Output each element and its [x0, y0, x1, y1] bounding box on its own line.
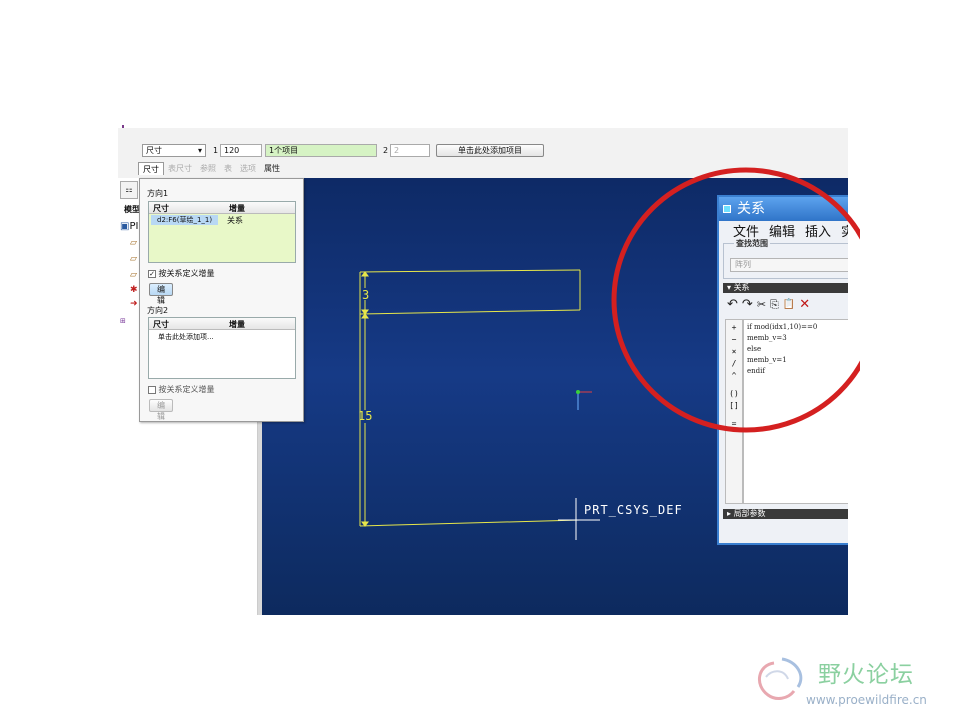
local-params-label: 局部参数: [733, 509, 766, 518]
dir2-count-field[interactable]: 2: [390, 144, 430, 157]
dir2-add-items-button[interactable]: 单击此处添加项目: [436, 144, 544, 157]
tab-table-dimensions[interactable]: 表尺寸: [164, 162, 196, 175]
dimension-top[interactable]: 3: [362, 288, 369, 302]
direction1-table-header: 尺寸 增量: [149, 202, 295, 214]
dimension-side[interactable]: 15: [358, 409, 372, 423]
small-csys-icon: [576, 390, 592, 410]
annotation-circle: [611, 167, 860, 433]
dir1-number-label: 1: [213, 146, 219, 155]
relation-checkbox-2-label: 按关系定义增量: [158, 385, 215, 394]
chevron-down-icon: ▾: [197, 146, 202, 155]
expand-triangle-icon: ▸: [727, 509, 732, 518]
column-increment: 增量: [229, 204, 245, 213]
direction1-title: 方向1: [147, 189, 169, 198]
tab-dimensions[interactable]: 尺寸: [138, 162, 164, 175]
local-params-section[interactable]: ▸ 局部参数: [723, 509, 848, 519]
sketch-lines: [359, 269, 581, 527]
model-tree-root[interactable]: ▣PI: [120, 221, 138, 232]
column-increment: 增量: [229, 320, 245, 329]
tab-properties[interactable]: 属性: [260, 162, 284, 175]
direction2-table-header: 尺寸 增量: [149, 318, 295, 330]
pattern-type-dropdown[interactable]: 尺寸 ▾: [142, 144, 206, 157]
checkbox-unchecked-icon: [148, 385, 156, 394]
dir2-number-label: 2: [383, 146, 389, 155]
relation-checkbox-2[interactable]: 按关系定义增量: [148, 384, 215, 395]
model-tree-header: 模型: [124, 205, 140, 214]
dir1-count-field[interactable]: 120: [220, 144, 262, 157]
direction2-add-placeholder: 单击此处添加项...: [158, 333, 214, 341]
csys-label: PRT_CSYS_DEF: [584, 503, 683, 517]
edit-relation-button-1[interactable]: 编辑: [149, 283, 173, 305]
column-dimension: 尺寸: [153, 320, 169, 329]
forum-logo-icon: [758, 657, 803, 700]
direction1-table[interactable]: 尺寸 增量 d2:F6(草绘_1_1) 关系: [148, 201, 296, 263]
row-dimension: d2:F6(草绘_1_1): [151, 215, 219, 225]
watermark-chinese: 野火论坛: [818, 662, 914, 688]
dir1-items-field[interactable]: 1个项目: [265, 144, 377, 157]
table-row[interactable]: 单击此处添加项...: [149, 330, 295, 342]
tab-options[interactable]: 选项: [236, 162, 260, 175]
dashboard-tabs: 尺寸 表尺寸 参照 表 选项 属性: [138, 162, 284, 175]
table-row[interactable]: d2:F6(草绘_1_1) 关系: [149, 214, 295, 226]
relation-checkbox-1-label: 按关系定义增量: [158, 269, 215, 278]
edit-relation-button-2[interactable]: 编辑: [149, 399, 173, 421]
model-tree-toggle-icon[interactable]: ⚏: [120, 181, 138, 199]
direction2-title: 方向2: [147, 306, 169, 315]
tab-references[interactable]: 参照: [196, 162, 220, 175]
relation-checkbox-1[interactable]: ✓ 按关系定义增量: [148, 268, 215, 279]
pattern-feature-icon[interactable]: ⊞: [120, 317, 130, 325]
pattern-dimensions-panel: 方向1 尺寸 增量 d2:F6(草绘_1_1) 关系 ✓ 按关系定义增量 编辑 …: [139, 178, 304, 422]
pattern-type-value: 尺寸: [146, 146, 162, 155]
direction2-table[interactable]: 尺寸 增量 单击此处添加项...: [148, 317, 296, 379]
watermark-url: www.proewildfire.cn: [806, 693, 927, 707]
row-increment: 关系: [227, 216, 243, 225]
model-tree-root-label: PI: [129, 221, 139, 232]
checkbox-checked-icon: ✓: [148, 269, 156, 278]
column-dimension: 尺寸: [153, 204, 169, 213]
tab-table[interactable]: 表: [220, 162, 236, 175]
